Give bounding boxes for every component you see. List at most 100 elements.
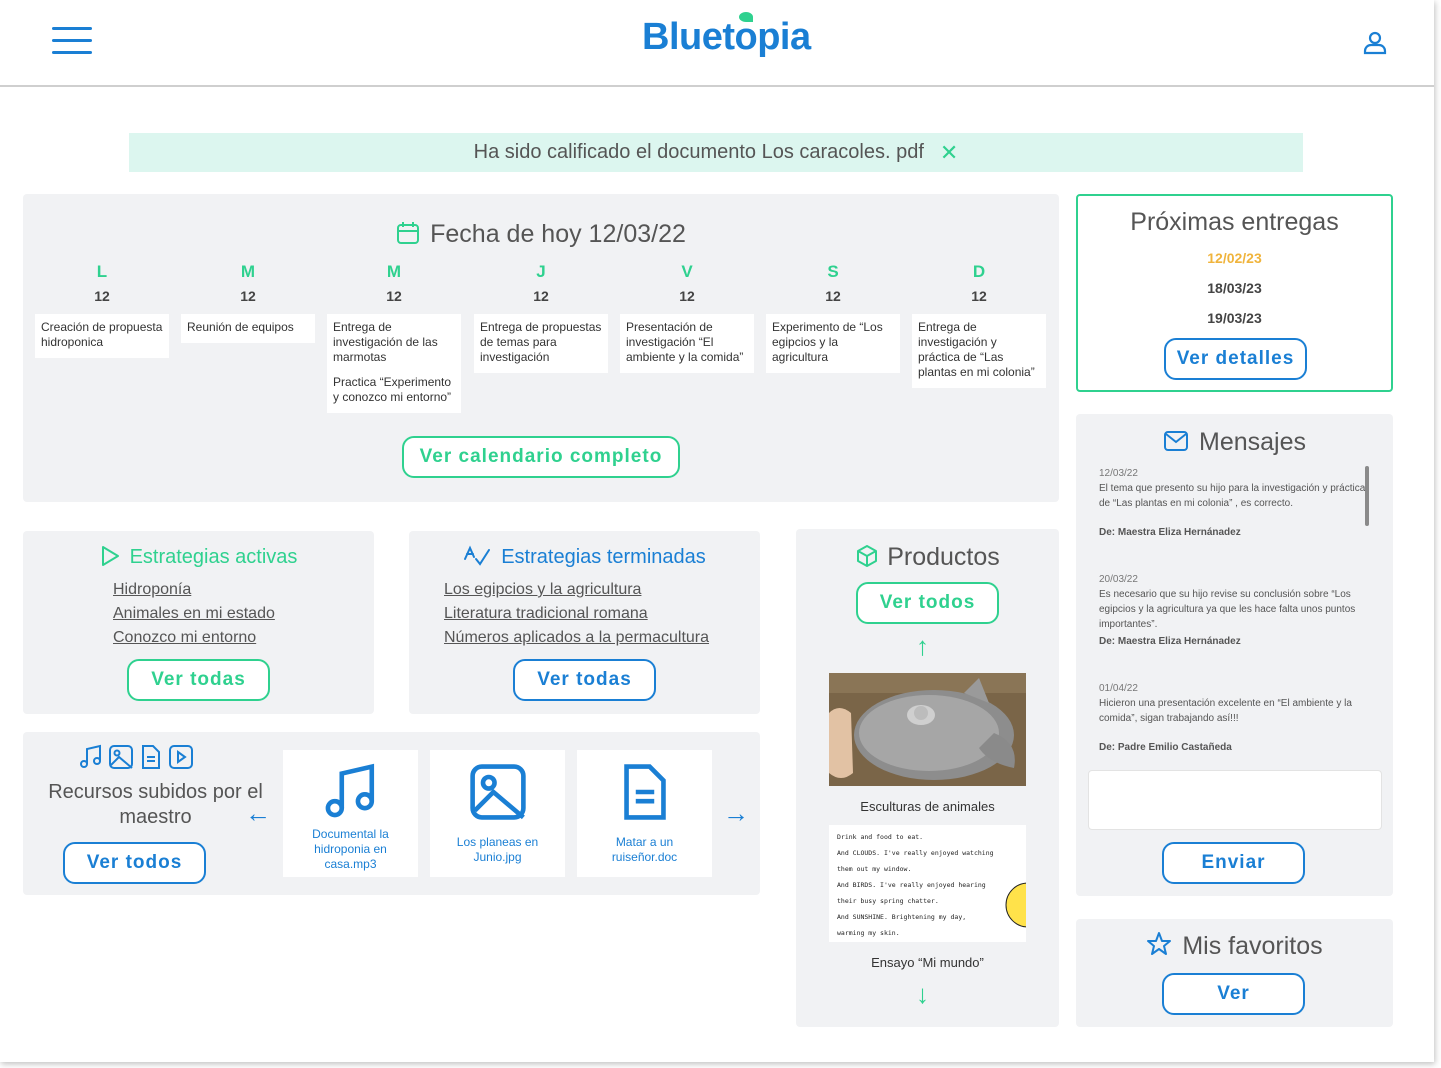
message-date: 20/03/22: [1099, 574, 1138, 585]
delivery-date[interactable]: 18/03/23: [1078, 280, 1391, 296]
day-event-card[interactable]: Experimento de “Los egipcios y la agricu…: [766, 314, 900, 373]
full-calendar-button[interactable]: Ver calendario completo: [402, 436, 680, 478]
message-item: 01/04/22 Hicieron una presentación excel…: [1099, 681, 1367, 755]
strategy-link[interactable]: Los egipcios y la agricultura: [444, 581, 709, 599]
cube-icon: [857, 545, 878, 567]
essay-line: them out my window.: [837, 865, 912, 873]
view-active-strategies-button[interactable]: Ver todas: [127, 659, 270, 701]
previous-arrow-icon[interactable]: ←: [245, 798, 271, 829]
resources-panel: Recursos subidos por el maestro Ver todo…: [23, 732, 760, 895]
app-logo[interactable]: Bluetopia: [642, 16, 811, 59]
message-author: De: Padre Emilio Castañeda: [1099, 742, 1232, 753]
play-icon: [101, 546, 119, 566]
scrollbar-thumb[interactable]: [1365, 466, 1369, 526]
menu-icon[interactable]: [52, 27, 92, 57]
image-icon: [109, 745, 133, 769]
strategy-link[interactable]: Literatura tradicional romana: [444, 605, 709, 623]
day-letter: M: [386, 262, 402, 281]
day-event-card[interactable]: Entrega de investigación de las marmotas…: [327, 314, 461, 413]
message-date: 12/03/22: [1099, 468, 1138, 479]
event-text: Reunión de equipos: [187, 320, 294, 334]
day-letter: S: [827, 262, 839, 281]
view-finished-strategies-button[interactable]: Ver todas: [513, 659, 656, 701]
event-text: Practica “Experimento y conozco mi entor…: [333, 375, 452, 404]
event-text: Experimento de “Los egipcios y la agricu…: [772, 320, 883, 364]
resource-card[interactable]: Los planeas en Junio.jpg: [430, 750, 565, 877]
video-icon: [169, 745, 193, 769]
view-details-button[interactable]: Ver detalles: [1164, 338, 1307, 380]
essay-line: their busy spring chatter.: [837, 897, 939, 905]
active-strategies-title-text: Estrategias activas: [129, 546, 298, 568]
essay-line: And SUNSHINE. Brightening my day,: [837, 913, 967, 921]
resource-card[interactable]: Documental la hidroponia en casa.mp3: [283, 750, 418, 877]
day-column-s: S 12 Experimento de “Los egipcios y la a…: [766, 262, 900, 373]
up-arrow-icon[interactable]: ↑: [916, 631, 929, 662]
delivery-date-highlight[interactable]: 12/02/23: [1078, 250, 1391, 266]
strategy-link[interactable]: Números aplicados a la permacultura: [444, 629, 709, 647]
close-icon[interactable]: ✕: [940, 140, 958, 166]
products-panel: Productos Ver todos ↑ Esculturas de anim…: [796, 529, 1059, 1027]
calendar-title-text: Fecha de hoy 12/03/22: [430, 220, 686, 248]
event-text: Entrega de propuestas de temas para inve…: [480, 320, 602, 364]
day-letter: J: [536, 262, 546, 281]
document-icon: [142, 745, 160, 769]
down-arrow-icon[interactable]: ↓: [916, 979, 929, 1010]
finished-strategies-list: Los egipcios y la agricultura Literatura…: [444, 581, 709, 653]
check-signature-icon: [464, 545, 491, 566]
event-text: Creación de propuesta hidroponica: [41, 320, 163, 349]
messages-list[interactable]: 12/03/22 El tema que presento su hijo pa…: [1099, 466, 1367, 756]
product-caption: Esculturas de animales: [860, 799, 995, 814]
mail-icon: [1164, 431, 1188, 451]
view-all-products-button[interactable]: Ver todos: [856, 582, 999, 624]
calendar-icon: [397, 222, 420, 244]
day-column-j: J 12 Entrega de propuestas de temas para…: [474, 262, 608, 373]
day-event-card[interactable]: Creación de propuesta hidroponica: [35, 314, 169, 358]
logo-part: pia: [757, 16, 811, 58]
user-icon[interactable]: [1362, 30, 1388, 61]
next-arrow-icon[interactable]: →: [723, 798, 749, 829]
top-header: Bluetopia: [0, 0, 1434, 87]
day-event-card[interactable]: Presentación de investigación “El ambien…: [620, 314, 754, 373]
star-icon: [1147, 932, 1172, 955]
music-icon: [80, 744, 101, 768]
message-input[interactable]: [1088, 770, 1382, 830]
day-column-l: L 12 Creación de propuesta hidroponica: [35, 262, 169, 358]
essay-line: And BIRDS. I've really enjoyed hearing: [837, 881, 986, 889]
delivery-date[interactable]: 19/03/23: [1078, 310, 1391, 326]
messages-title: Mensajes: [1076, 428, 1393, 457]
deliveries-panel: Próximas entregas 12/02/23 18/03/23 19/0…: [1076, 194, 1393, 392]
essay-line: Drink and food to eat.: [837, 833, 924, 841]
day-event-card[interactable]: Entrega de investigación y práctica de “…: [912, 314, 1046, 388]
day-number: 12: [386, 288, 402, 304]
view-favorites-button[interactable]: Ver: [1162, 973, 1305, 1015]
logo-part: Bluet: [642, 16, 735, 58]
resource-card[interactable]: Matar a un ruiseñor.doc: [577, 750, 712, 877]
calendar-panel: Fecha de hoy 12/03/22 L 12 Creación de p…: [23, 194, 1059, 502]
message-date: 01/04/22: [1099, 683, 1138, 694]
favorites-title-text: Mis favoritos: [1182, 932, 1323, 960]
calendar-title: Fecha de hoy 12/03/22: [23, 220, 1059, 249]
strategy-link[interactable]: Animales en mi estado: [113, 605, 275, 623]
message-text: Es necesario que su hijo revise su concl…: [1099, 589, 1356, 630]
logo-leaf-o: o: [734, 16, 758, 58]
send-button[interactable]: Enviar: [1162, 842, 1305, 884]
product-image-sculpture[interactable]: [829, 673, 1026, 786]
day-event-card[interactable]: Reunión de equipos: [181, 314, 315, 343]
active-strategies-title: Estrategias activas: [23, 545, 374, 569]
strategy-link[interactable]: Conozco mi entorno: [113, 629, 275, 647]
product-image-essay[interactable]: Drink and food to eat. And CLOUDS. I've …: [829, 825, 1026, 942]
essay-line: warming my skin.: [837, 929, 900, 937]
essay-line: And CLOUDS. I've really enjoyed watching: [837, 849, 994, 857]
strategy-link[interactable]: Hidroponía: [113, 581, 275, 599]
active-strategies-list: Hidroponía Animales en mi estado Conozco…: [113, 581, 275, 653]
view-all-resources-button[interactable]: Ver todos: [63, 842, 206, 884]
event-text: Presentación de investigación “El ambien…: [626, 320, 744, 364]
messages-scrollbar[interactable]: [1365, 466, 1371, 756]
day-event-card[interactable]: Entrega de propuestas de temas para inve…: [474, 314, 608, 373]
messages-panel: Mensajes 12/03/22 El tema que presento s…: [1076, 414, 1393, 896]
day-number: 12: [94, 288, 110, 304]
notification-banner: Ha sido calificado el documento Los cara…: [129, 133, 1303, 172]
day-number: 12: [971, 288, 987, 304]
sun-drawing: [1005, 882, 1026, 928]
day-column-v: V 12 Presentación de investigación “El a…: [620, 262, 754, 373]
